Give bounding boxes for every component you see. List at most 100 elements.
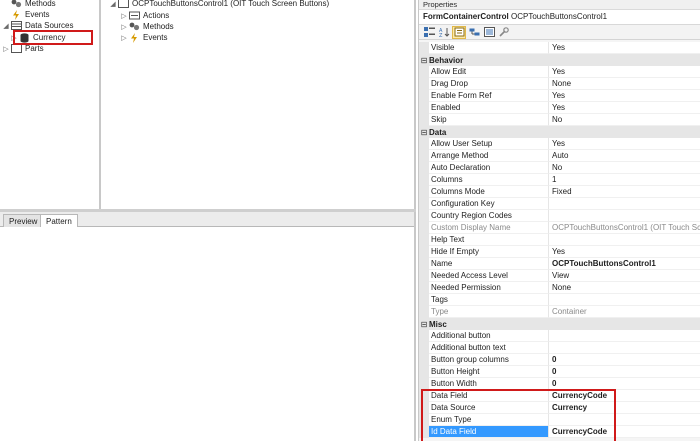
property-row-enable-form-ref[interactable]: Enable Form Ref Yes <box>419 90 700 102</box>
property-row-hide-if-empty[interactable]: Hide If Empty Yes <box>419 246 700 258</box>
tab-pattern[interactable]: Pattern <box>40 214 78 228</box>
category-misc[interactable]: ⊟ Misc <box>419 318 700 330</box>
property-name[interactable]: Hide If Empty <box>429 246 548 258</box>
collapse-arrow-icon[interactable]: ◢ <box>2 22 10 30</box>
tree-node-methods[interactable]: ▷ Methods <box>120 21 173 32</box>
property-name[interactable]: Country Region Codes <box>429 210 548 222</box>
property-pages-icon[interactable] <box>482 26 496 39</box>
property-name[interactable]: Needed Access Level <box>429 270 548 282</box>
property-value[interactable] <box>548 342 700 354</box>
expand-arrow-icon[interactable]: ▷ <box>120 12 128 20</box>
property-row-custom-display-name[interactable]: Custom Display Name OCPTouchButtonsContro… <box>419 222 700 234</box>
wrench-icon[interactable] <box>497 26 511 39</box>
object-selector[interactable]: FormContainerControl OCPTouchButtonsCont… <box>419 10 700 25</box>
property-name[interactable]: Configuration Key <box>429 198 548 210</box>
property-value[interactable]: Yes <box>548 42 700 54</box>
categorized-icon[interactable] <box>422 26 436 39</box>
property-value[interactable]: Auto <box>548 150 700 162</box>
property-row-allow-edit[interactable]: Allow Edit Yes <box>419 66 700 78</box>
property-name[interactable]: Additional button text <box>429 342 548 354</box>
properties-view-icon[interactable] <box>452 25 466 39</box>
property-row-country-region-codes[interactable]: Country Region Codes <box>419 210 700 222</box>
property-value[interactable] <box>548 330 700 342</box>
property-row-skip[interactable]: Skip No <box>419 114 700 126</box>
tab-preview[interactable]: Preview <box>3 214 44 227</box>
property-value[interactable]: None <box>548 78 700 90</box>
property-name[interactable]: Arrange Method <box>429 150 548 162</box>
property-value[interactable] <box>548 210 700 222</box>
collapse-toggle-icon[interactable]: ⊟ <box>419 56 429 65</box>
property-row-auto-declaration[interactable]: Auto Declaration No <box>419 162 700 174</box>
category-data[interactable]: ⊟ Data <box>419 126 700 138</box>
property-value[interactable]: Yes <box>548 102 700 114</box>
property-row-allow-user-setup[interactable]: Allow User Setup Yes <box>419 138 700 150</box>
property-value[interactable]: None <box>548 282 700 294</box>
alphabetical-sort-icon[interactable]: AZ <box>437 26 451 39</box>
property-name[interactable]: Tags <box>429 294 548 306</box>
category-behavior[interactable]: ⊟ Behavior <box>419 54 700 66</box>
property-name[interactable]: Type <box>429 306 548 318</box>
property-name[interactable]: Name <box>429 258 548 270</box>
property-row-needed-permission[interactable]: Needed Permission None <box>419 282 700 294</box>
property-row-visible[interactable]: Visible Yes <box>419 42 700 54</box>
property-value[interactable]: Yes <box>548 90 700 102</box>
property-row-additional-button-text[interactable]: Additional button text <box>419 342 700 354</box>
property-value[interactable]: Container <box>548 306 700 318</box>
collapse-toggle-icon[interactable]: ⊟ <box>419 128 429 137</box>
property-value[interactable]: No <box>548 162 700 174</box>
property-row-button-height[interactable]: Button Height 0 <box>419 366 700 378</box>
property-name[interactable]: Button Height <box>429 366 548 378</box>
property-value[interactable]: View <box>548 270 700 282</box>
property-name[interactable]: Visible <box>429 42 548 54</box>
property-row-button-group-columns[interactable]: Button group columns 0 <box>419 354 700 366</box>
property-row-needed-access-level[interactable]: Needed Access Level View <box>419 270 700 282</box>
property-name[interactable]: Needed Permission <box>429 282 548 294</box>
property-row-type[interactable]: Type Container <box>419 306 700 318</box>
property-value[interactable]: Yes <box>548 66 700 78</box>
tree-node-actions[interactable]: ▷ Actions <box>120 10 169 21</box>
tree-node-events[interactable]: Events <box>2 9 49 20</box>
property-value[interactable]: 1 <box>548 174 700 186</box>
collapse-toggle-icon[interactable]: ⊟ <box>419 320 429 329</box>
property-row-tags[interactable]: Tags <box>419 294 700 306</box>
tree-node-methods[interactable]: Methods <box>2 0 56 9</box>
property-name[interactable]: Enable Form Ref <box>429 90 548 102</box>
property-value[interactable]: OCPTouchButtonsControl1 (OIT Touch Sc <box>548 222 700 234</box>
expand-arrow-icon[interactable]: ▷ <box>120 23 128 31</box>
collapse-arrow-icon[interactable]: ◢ <box>109 0 117 8</box>
property-name[interactable]: Custom Display Name <box>429 222 548 234</box>
property-name[interactable]: Help Text <box>429 234 548 246</box>
property-name[interactable]: Skip <box>429 114 548 126</box>
property-value[interactable] <box>548 234 700 246</box>
property-value[interactable]: Fixed <box>548 186 700 198</box>
property-row-help-text[interactable]: Help Text <box>419 234 700 246</box>
tree-node-events[interactable]: ▷ Events <box>120 32 167 43</box>
property-value[interactable] <box>548 294 700 306</box>
property-value[interactable]: OCPTouchButtonsControl1 <box>548 258 700 270</box>
property-row-columns-mode[interactable]: Columns Mode Fixed <box>419 186 700 198</box>
property-value[interactable] <box>548 198 700 210</box>
property-row-configuration-key[interactable]: Configuration Key <box>419 198 700 210</box>
property-value[interactable]: No <box>548 114 700 126</box>
property-name[interactable]: Allow User Setup <box>429 138 548 150</box>
property-name[interactable]: Columns Mode <box>429 186 548 198</box>
property-name[interactable]: Additional button <box>429 330 548 342</box>
expand-arrow-icon[interactable]: ▷ <box>2 45 10 53</box>
property-name[interactable]: Drag Drop <box>429 78 548 90</box>
property-row-arrange-method[interactable]: Arrange Method Auto <box>419 150 700 162</box>
expand-arrow-icon[interactable]: ▷ <box>120 34 128 42</box>
property-row-enabled[interactable]: Enabled Yes <box>419 102 700 114</box>
property-row-additional-button[interactable]: Additional button <box>419 330 700 342</box>
tree-node-root-control[interactable]: ◢ OCPTouchButtonsControl1 (OIT Touch Scr… <box>109 0 329 9</box>
property-value[interactable]: 0 <box>548 354 700 366</box>
property-name[interactable]: Enabled <box>429 102 548 114</box>
property-value[interactable]: 0 <box>548 366 700 378</box>
property-row-drag-drop[interactable]: Drag Drop None <box>419 78 700 90</box>
property-name[interactable]: Button group columns <box>429 354 548 366</box>
property-value[interactable]: Yes <box>548 138 700 150</box>
property-name[interactable]: Columns <box>429 174 548 186</box>
property-name[interactable]: Auto Declaration <box>429 162 548 174</box>
property-name[interactable]: Allow Edit <box>429 66 548 78</box>
property-value[interactable]: Yes <box>548 246 700 258</box>
property-row-name[interactable]: Name OCPTouchButtonsControl1 <box>419 258 700 270</box>
